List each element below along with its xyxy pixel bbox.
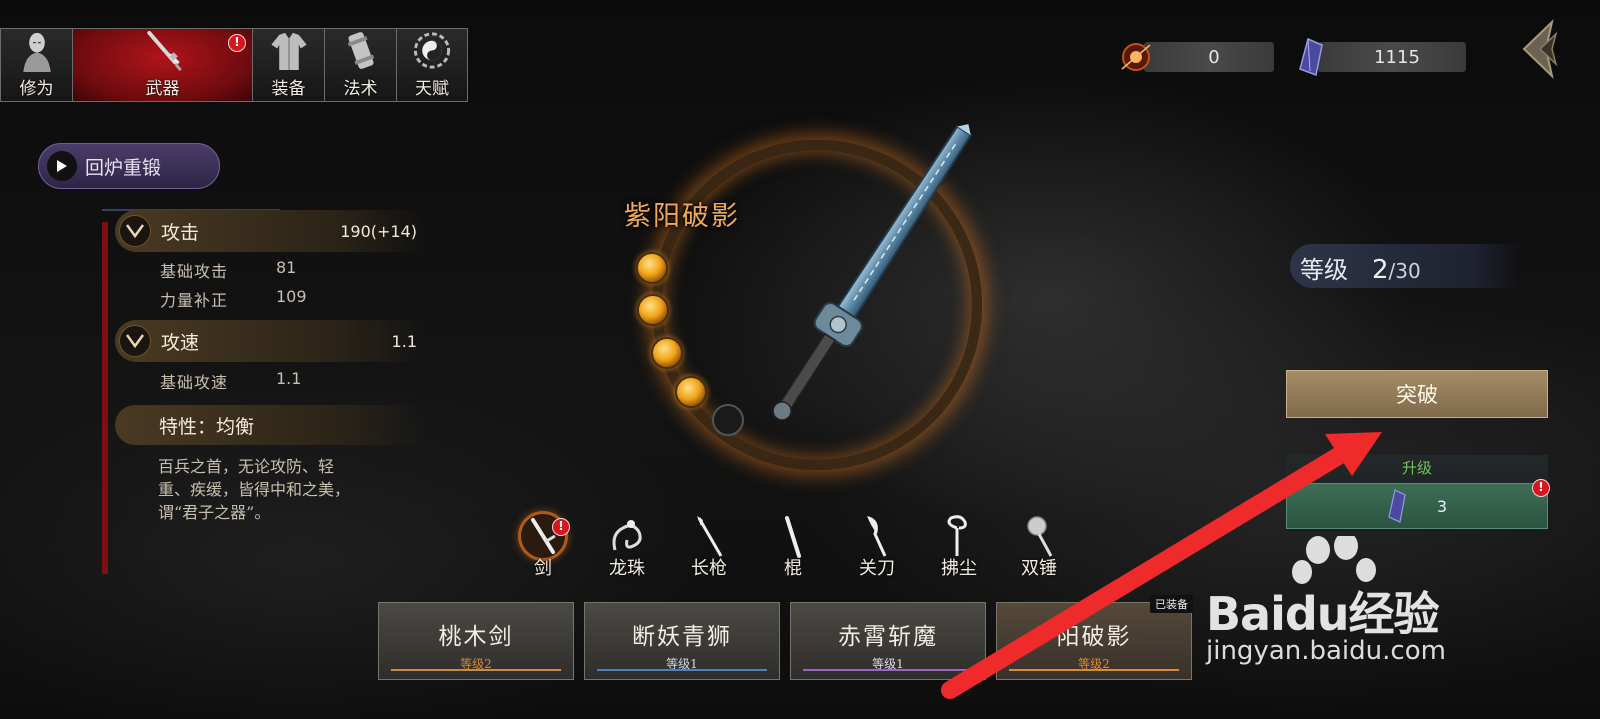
- crystal-amount: 1115: [1318, 42, 1466, 72]
- rarity-bar: [1009, 669, 1179, 671]
- rarity-bar: [803, 669, 973, 671]
- purple-crystal-icon: [1388, 489, 1406, 523]
- equipped-tag: 已装备: [1150, 595, 1193, 613]
- ember-currency: 0: [1121, 40, 1274, 74]
- weapon-card[interactable]: 断妖青狮 等级1: [584, 602, 780, 680]
- level-label: 等级: [1300, 256, 1348, 284]
- scroll-icon: [347, 32, 374, 69]
- strength-bonus-row: 力量补正 109: [160, 287, 307, 311]
- tab-label: 法术: [343, 79, 378, 99]
- trait-header: 特性：均衡: [115, 405, 425, 445]
- refine-orb-filled: [636, 252, 668, 284]
- weapon-type-label: 长枪: [691, 558, 727, 579]
- robe-icon: [270, 32, 307, 71]
- spear-icon: [697, 516, 723, 557]
- twin-hammer-icon: [1027, 516, 1053, 557]
- weapon-card-name: 断妖青狮: [632, 624, 732, 650]
- staff-icon: [785, 516, 801, 558]
- weapon-type-label: 龙珠: [609, 558, 645, 579]
- weapon-card-name: 赤霄斩魔: [838, 624, 938, 650]
- rarity-bar: [391, 669, 561, 671]
- weapon-type-sword[interactable]: 剑 !: [510, 514, 576, 580]
- upgrade-button[interactable]: 3: [1286, 483, 1548, 529]
- tab-weapons[interactable]: 武器 !: [72, 28, 252, 102]
- reforge-label: 回炉重锻: [85, 156, 162, 179]
- back-arrow-icon[interactable]: [1512, 16, 1572, 82]
- weapon-type-dragon-orb[interactable]: 龙珠: [594, 514, 660, 580]
- stat-value: 81: [276, 258, 297, 277]
- chevron-down-icon: [119, 215, 151, 247]
- weapon-type-label: 关刀: [859, 558, 895, 579]
- sword-illustration: [772, 124, 973, 421]
- tab-label: 装备: [271, 79, 306, 99]
- upgrade-alert-badge: !: [1532, 479, 1550, 497]
- cultivation-figure-icon: [22, 32, 51, 72]
- weapon-card-name: 桃木剑: [438, 624, 514, 650]
- tab-talents[interactable]: 天赋: [396, 28, 468, 102]
- base-attack-row: 基础攻击 81: [160, 258, 296, 282]
- crystal-currency: 1115: [1299, 37, 1466, 77]
- stat-key: 力量补正: [160, 291, 229, 310]
- level-display: 等级 2 /30: [1290, 244, 1520, 288]
- yin-yang-icon: [413, 32, 451, 69]
- ember-orb-icon: [1121, 43, 1151, 71]
- attack-stat-header[interactable]: 攻击 190(+14): [115, 210, 425, 252]
- weapon-card[interactable]: 桃木剑 等级2: [378, 602, 574, 680]
- upgrade-panel: 升级 3 !: [1286, 455, 1550, 531]
- breakthrough-button[interactable]: 突破: [1286, 370, 1548, 418]
- rarity-bar: [597, 669, 767, 671]
- tab-label: 武器: [145, 79, 180, 99]
- play-icon: [47, 151, 77, 181]
- stat-value: 1.1: [276, 369, 302, 388]
- speed-stat-header[interactable]: 攻速 1.1: [115, 320, 425, 362]
- stat-key: 基础攻击: [160, 262, 229, 281]
- weapon-type-label: 拂尘: [941, 558, 977, 579]
- tab-label: 修为: [19, 79, 54, 99]
- tab-alert-badge: !: [228, 34, 246, 52]
- weapon-type-label: 剑: [534, 558, 552, 579]
- weapon-type-whisk[interactable]: 拂尘: [926, 514, 992, 580]
- upgrade-cost: 3: [1436, 496, 1448, 516]
- weapon-description: 百兵之首，无论攻防、轻重、疾缓，皆得中和之美，谓“君子之器”。: [158, 457, 351, 522]
- dragon-orb-icon: [612, 520, 642, 551]
- whisk-icon: [947, 515, 967, 556]
- weapon-type-alert-badge: !: [552, 518, 570, 536]
- weapon-type-label: 双锤: [1021, 558, 1057, 579]
- tab-spells[interactable]: 法术: [324, 28, 396, 102]
- weapon-card-name: 阳破影: [1056, 624, 1132, 650]
- purple-crystal-icon: [1299, 37, 1323, 77]
- refine-orb-filled: [651, 337, 683, 369]
- weapon-type-twin-hammer[interactable]: 双锤: [1006, 514, 1072, 580]
- tab-cultivation[interactable]: 修为: [0, 28, 72, 102]
- tab-label: 天赋: [415, 79, 449, 99]
- level-current: 2: [1372, 255, 1389, 285]
- weapon-type-guandao[interactable]: 关刀: [844, 514, 910, 580]
- base-speed-row: 基础攻速 1.1: [160, 369, 301, 393]
- upgrade-title: 升级: [1401, 459, 1432, 477]
- refine-orb-filled: [637, 294, 669, 326]
- refine-orb-filled: [675, 376, 707, 408]
- ember-amount: 0: [1144, 42, 1274, 72]
- stat-key: 基础攻速: [160, 373, 229, 392]
- weapon-card-equipped[interactable]: 阳破影 等级2 已装备: [996, 595, 1193, 680]
- panel-accent-line: [102, 222, 108, 574]
- top-tab-bar: 修为 武器 ! 装备 法术 天赋: [0, 28, 468, 102]
- sword-icon: [146, 30, 182, 71]
- attack-label: 攻击: [161, 221, 200, 244]
- speed-value: 1.1: [391, 331, 417, 351]
- weapon-card[interactable]: 赤霄斩魔 等级1: [790, 602, 986, 680]
- weapon-type-spear[interactable]: 长枪: [676, 514, 742, 580]
- guandao-icon: [867, 516, 887, 557]
- stat-value: 109: [276, 287, 307, 306]
- reforge-button[interactable]: 回炉重锻: [38, 143, 220, 189]
- watermark-url: jingyan.baidu.com: [1206, 636, 1446, 666]
- speed-label: 攻速: [161, 331, 200, 354]
- weapon-type-label: 棍: [784, 558, 802, 579]
- watermark-brand: Baidu经验: [1206, 587, 1440, 641]
- attack-value: 190(+14): [340, 221, 417, 241]
- level-max: /30: [1388, 259, 1421, 283]
- chevron-down-icon: [119, 325, 151, 357]
- weapon-type-staff[interactable]: 棍: [760, 514, 826, 580]
- tab-equipment[interactable]: 装备: [252, 28, 324, 102]
